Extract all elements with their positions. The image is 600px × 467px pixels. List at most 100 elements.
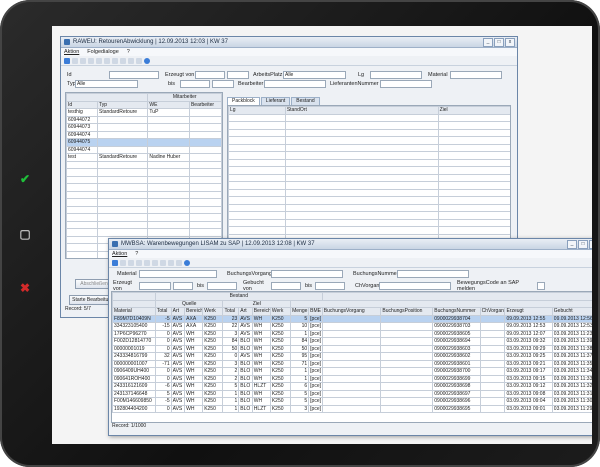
erzeugt-von-input[interactable] <box>139 282 171 290</box>
bearbeiter-input[interactable] <box>264 80 326 88</box>
table-row[interactable]: 60944074 <box>66 130 222 139</box>
table-row[interactable]: 60944074 <box>66 145 222 154</box>
close-icon[interactable]: x <box>589 239 592 249</box>
column-header[interactable]: BME <box>308 307 323 316</box>
gebucht-von-input[interactable] <box>271 282 301 290</box>
save-icon[interactable] <box>136 259 142 266</box>
bewegungscode-checkbox[interactable] <box>537 282 545 290</box>
save-icon[interactable] <box>88 57 94 64</box>
column-header[interactable]: Lg <box>228 106 286 115</box>
column-header[interactable]: Total <box>154 307 172 316</box>
close-icon[interactable]: x <box>505 37 515 47</box>
menu-help[interactable]: ? <box>135 251 138 257</box>
lg-input[interactable] <box>370 71 422 79</box>
table-row[interactable]: 243316121609 -6 AVS WH K250 5 BLO HLZT K250 6 [pce… <box>112 382 592 391</box>
table-row[interactable]: 60944072 <box>66 115 222 124</box>
info-icon[interactable] <box>184 259 190 266</box>
table-row[interactable]: 00000001019 0 AVS WH K250 50 BLO WH K250 50 [pce] 0… <box>112 344 592 353</box>
close-icon[interactable]: ✖ <box>18 281 32 295</box>
erzeugt-von-time[interactable] <box>227 71 249 79</box>
check-icon[interactable]: ✔ <box>18 172 32 186</box>
column-header[interactable]: Typ <box>96 100 149 109</box>
next-icon[interactable] <box>128 57 134 64</box>
table-row[interactable]: F002D12814770 0 AVS WH K250 84 BLO WH K250 84 [pce… <box>112 337 592 346</box>
last-icon[interactable] <box>136 57 142 64</box>
undo-icon[interactable] <box>144 259 150 266</box>
menu-aktion[interactable]: Aktion <box>64 49 79 55</box>
column-header[interactable]: Menge <box>290 307 310 316</box>
column-header[interactable]: WE <box>147 100 190 109</box>
lieferanten-input[interactable] <box>380 80 432 88</box>
column-header[interactable]: Art <box>170 307 186 316</box>
table-row[interactable]: 334323105400 -15 AVS AXA K250 22 AVS WH K250 10 [p… <box>112 322 592 331</box>
table-row[interactable]: 17P6CP96270 0 AVS WH K250 3 AVS WH K250 1 [pce] 090… <box>112 329 592 338</box>
undo-icon[interactable] <box>96 57 102 64</box>
column-header[interactable]: BuchungsPosition <box>380 307 434 316</box>
tab-lieferant[interactable]: Lieferant <box>260 97 291 105</box>
next-icon[interactable] <box>168 259 174 266</box>
tab-packblock[interactable]: Packblock <box>227 97 260 105</box>
refresh-icon[interactable] <box>112 259 118 266</box>
info-icon[interactable] <box>144 57 150 64</box>
column-header[interactable]: BuchungsNummer <box>432 307 481 316</box>
column-header[interactable]: Gebucht <box>551 307 592 316</box>
column-header[interactable]: ChVorgang <box>479 307 506 316</box>
column-header[interactable]: Werk <box>269 307 292 316</box>
column-header[interactable]: BuchungsVorgang <box>321 307 382 316</box>
new-icon[interactable] <box>72 57 78 64</box>
window-titlebar[interactable]: RAWEU: RetourenAbwicklung | 12.09.2013 1… <box>61 37 517 48</box>
table-row[interactable]: 090641ROH400 0 AVS WH K250 2 BLO WH K250 1 [pce] 09… <box>112 374 592 383</box>
column-header[interactable]: Id <box>66 100 98 109</box>
gebucht-bis-input[interactable] <box>315 282 345 290</box>
column-header[interactable]: Erzeugt <box>504 307 553 316</box>
bis-input[interactable] <box>207 282 237 290</box>
menu-aktion[interactable]: Aktion <box>112 251 127 257</box>
refresh-icon[interactable] <box>64 57 70 64</box>
erzeugt-von-input[interactable] <box>195 71 225 79</box>
column-header[interactable]: Werk <box>202 307 224 316</box>
menu-help[interactable]: ? <box>127 49 130 55</box>
table-row[interactable]: 60944075 <box>66 138 222 147</box>
column-header[interactable]: StandOrt <box>284 106 439 115</box>
table-row[interactable]: test StandardRetoure Nadine Huber <box>66 153 222 162</box>
chvorgang-input[interactable] <box>379 282 451 290</box>
maximize-icon[interactable]: □ <box>494 37 504 47</box>
table-row[interactable]: 60944073 <box>66 123 222 132</box>
buchungsvorgang-input[interactable] <box>271 270 343 278</box>
column-header[interactable]: Art <box>238 307 253 316</box>
window-titlebar[interactable]: MWBSA: Warenbewegungen LISAM zu SAP | 12… <box>109 239 592 250</box>
table-row[interactable]: F00M146609850 -5 AVS WH K250 1 BLO WH K250 5 [pce]… <box>112 397 592 406</box>
column-header[interactable]: Total <box>222 307 240 316</box>
column-header[interactable]: Bereich <box>251 307 271 316</box>
table-row[interactable]: F89M7D10409N -5 AVS AXA K250 23 AVS WH K250 5 [pce… <box>112 314 592 323</box>
minimize-icon[interactable]: _ <box>483 37 493 47</box>
prev-icon[interactable] <box>160 259 166 266</box>
tab-bestand[interactable]: Bestand <box>291 97 320 105</box>
table-row[interactable]: 243334816799 32 AVS WH K250 0 AVS WH K250 95 [pce]… <box>112 352 592 361</box>
delete-icon[interactable] <box>104 57 110 64</box>
table-row[interactable]: testhig StandardRetoure TuP <box>66 108 222 117</box>
table-row[interactable]: 0906409UH400 0 AVS WH K250 2 BLO WH K250 1 [pce] 09… <box>112 367 592 376</box>
bis-input[interactable] <box>180 80 210 88</box>
copy-icon[interactable] <box>128 259 134 266</box>
bis-time[interactable] <box>212 80 234 88</box>
column-header[interactable]: Material <box>112 307 156 316</box>
minimize-icon[interactable]: _ <box>567 239 577 249</box>
new-icon[interactable] <box>120 259 126 266</box>
material-input[interactable] <box>450 71 502 79</box>
id-input[interactable] <box>109 71 159 79</box>
last-icon[interactable] <box>176 259 182 266</box>
copy-icon[interactable] <box>80 57 86 64</box>
prev-icon[interactable] <box>120 57 126 64</box>
square-icon[interactable]: ▢ <box>18 227 32 241</box>
buchungsnummer-input[interactable] <box>397 270 469 278</box>
column-header[interactable]: Bereich <box>184 307 204 316</box>
material-input[interactable] <box>139 270 217 278</box>
table-row[interactable]: 000000001007 -71 AVS WH K250 3 BLO WH K250 71 [pce… <box>112 359 592 368</box>
arbeitsplatz-select[interactable]: Alle <box>283 71 346 79</box>
first-icon[interactable] <box>112 57 118 64</box>
erzeugt-von-time[interactable] <box>173 282 193 290</box>
column-header[interactable]: Bearbeiter <box>188 100 222 109</box>
menu-folgedialoge[interactable]: Folgedialoge <box>87 49 119 55</box>
maximize-icon[interactable]: □ <box>578 239 588 249</box>
